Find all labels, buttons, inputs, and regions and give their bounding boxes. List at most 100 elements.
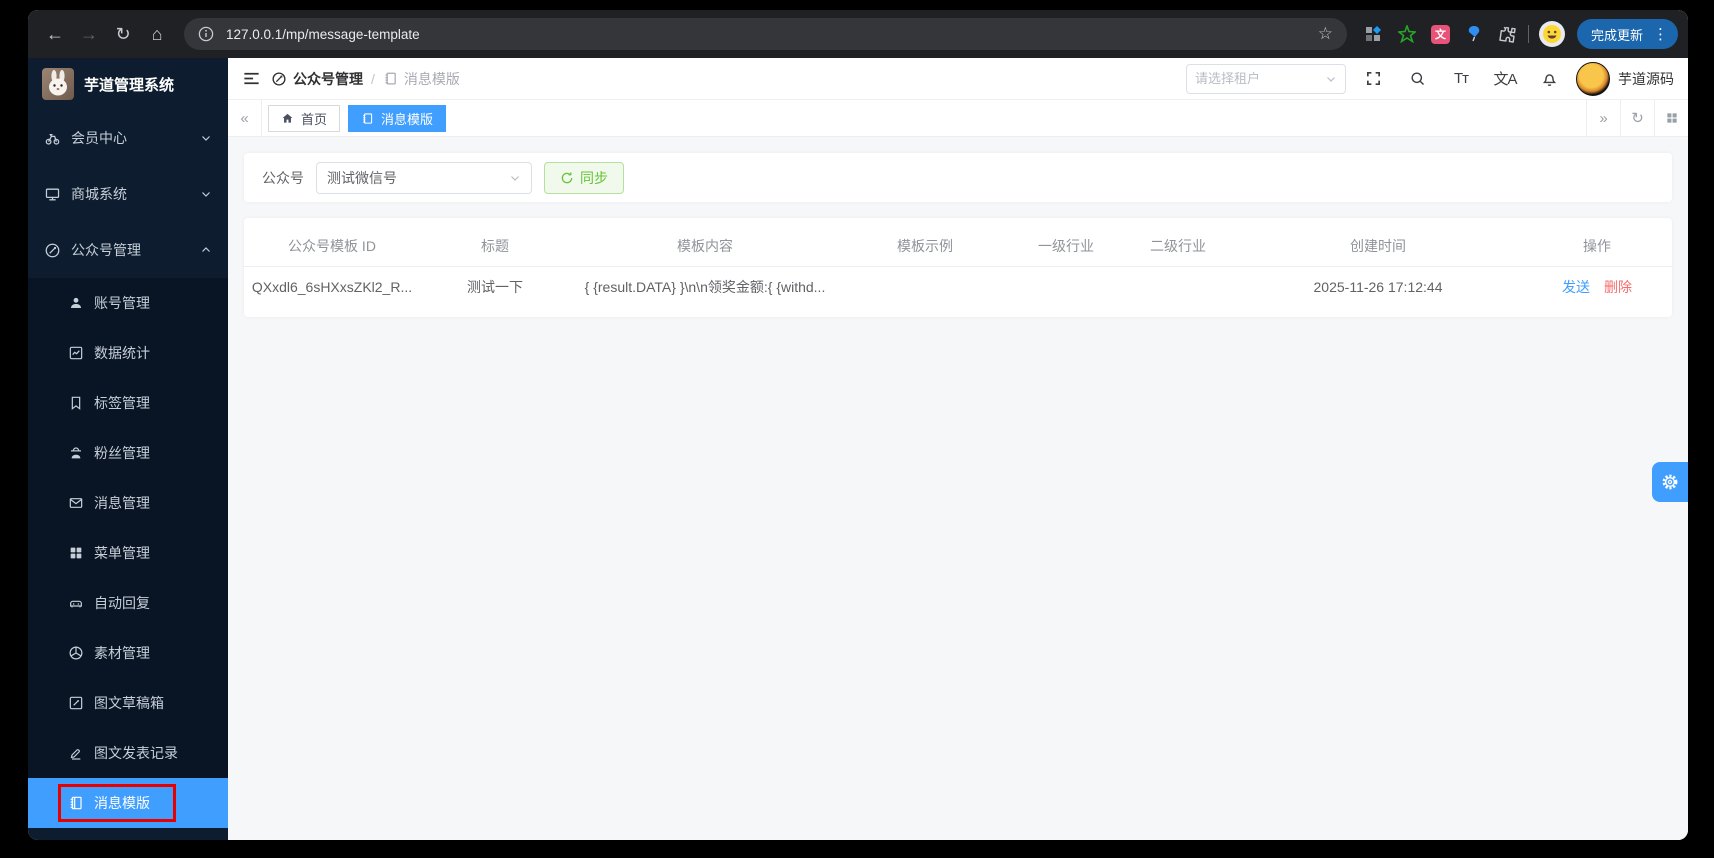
- pen-record-icon: [70, 749, 81, 760]
- sidebar-item-tag-management[interactable]: 标签管理: [28, 378, 228, 428]
- col-header-template-id: 公众号模板 ID: [288, 238, 376, 254]
- notification-bell-icon[interactable]: [1532, 62, 1566, 96]
- cell-content: { {result.DATA} }\n\n领奖金额:{ {withd...: [584, 279, 826, 295]
- col-header-title: 标题: [481, 238, 509, 254]
- chrome-menu-kebab-icon[interactable]: ⋮: [1649, 25, 1672, 43]
- scroll-tabs-right-icon[interactable]: »: [1586, 100, 1620, 136]
- profile-avatar-icon[interactable]: [1538, 21, 1565, 47]
- finish-update-button[interactable]: 完成更新 ⋮: [1576, 19, 1678, 49]
- sidebar-item-auto-reply[interactable]: 自动回复: [28, 578, 228, 628]
- notebook-icon: [363, 112, 373, 124]
- search-icon[interactable]: [1400, 62, 1434, 96]
- language-icon[interactable]: 文A: [1488, 62, 1522, 96]
- material-wheel-icon: [69, 646, 83, 660]
- breadcrumb-parent[interactable]: 公众号管理: [271, 69, 363, 89]
- sidebar-item-message-management[interactable]: 消息管理: [28, 478, 228, 528]
- app-logo-row[interactable]: 芋道管理系统: [28, 58, 228, 110]
- table-header-row: 公众号模板 ID 标题 模板内容 模板示例 一级行业 二级行业 创建时间 操作: [244, 226, 1672, 267]
- refresh-icon: [561, 171, 573, 183]
- address-bar[interactable]: 127.0.0.1/mp/message-template ☆: [184, 18, 1347, 50]
- page-content: 公众号 测试微信号 同步 公众号模板 ID 标题 模板内容 模板示例 一级行业 …: [228, 137, 1688, 840]
- sidebar-item-member-center[interactable]: 会员中心: [28, 110, 228, 166]
- col-header-create-time: 创建时间: [1350, 238, 1406, 254]
- envelope-icon: [69, 498, 83, 508]
- star-extension-icon[interactable]: [1397, 24, 1417, 44]
- site-info-icon[interactable]: [196, 24, 216, 44]
- reload-icon[interactable]: ↻: [106, 17, 140, 51]
- sidebar-item-label: 图文草稿箱: [94, 695, 164, 711]
- col-header-actions: 操作: [1583, 238, 1611, 254]
- browser-toolbar: ← → ↻ ⌂ 127.0.0.1/mp/message-template ☆ …: [28, 10, 1688, 58]
- app-title: 芋道管理系统: [84, 76, 175, 94]
- edit-draft-icon: [69, 696, 83, 710]
- chevron-down-icon: [1327, 76, 1335, 82]
- user-menu[interactable]: 芋道源码: [1576, 61, 1674, 96]
- compass-icon: [45, 243, 60, 257]
- fullscreen-icon[interactable]: [1356, 62, 1390, 96]
- compass-icon: [272, 71, 286, 86]
- sidebar-fold-icon[interactable]: [242, 69, 261, 88]
- tenant-select-input[interactable]: [1195, 71, 1319, 86]
- sidebar-item-fans-management[interactable]: 粉丝管理: [28, 428, 228, 478]
- tenant-select[interactable]: [1186, 63, 1346, 94]
- account-select[interactable]: 测试微信号: [316, 161, 532, 194]
- sidebar-item-label: 粉丝管理: [94, 445, 150, 461]
- sidebar-item-label: 菜单管理: [94, 545, 150, 561]
- scroll-tabs-left-icon[interactable]: «: [228, 100, 262, 136]
- bookmark-icon: [71, 396, 81, 410]
- breadcrumb-separator: /: [371, 70, 375, 87]
- tab-label: 消息模版: [381, 111, 434, 127]
- tab-options-grid-icon[interactable]: [1654, 100, 1688, 136]
- translate-extension-icon[interactable]: 文: [1430, 24, 1450, 44]
- sidebar-item-label: 公众号管理: [71, 242, 141, 258]
- theme-settings-button[interactable]: [1652, 462, 1688, 502]
- sidebar-item-label: 自动回复: [94, 595, 150, 611]
- home-icon[interactable]: ⌂: [140, 17, 174, 51]
- browser-window: ← → ↻ ⌂ 127.0.0.1/mp/message-template ☆ …: [28, 10, 1688, 840]
- account-filter-label: 公众号: [262, 169, 304, 186]
- sidebar-item-label: 会员中心: [71, 130, 127, 146]
- font-size-icon[interactable]: Tт: [1444, 62, 1478, 96]
- sidebar-item-message-template[interactable]: 消息模版: [28, 778, 228, 828]
- extensions-puzzle-icon[interactable]: [1498, 24, 1518, 44]
- sidebar-item-draft-box[interactable]: 图文草稿箱: [28, 678, 228, 728]
- sidebar-item-material-management[interactable]: 素材管理: [28, 628, 228, 678]
- sidebar-item-mall-system[interactable]: 商城系统: [28, 166, 228, 222]
- user-name: 芋道源码: [1618, 70, 1674, 87]
- send-link[interactable]: 发送: [1562, 277, 1590, 297]
- delete-link[interactable]: 删除: [1604, 277, 1632, 297]
- sidebar-item-label: 图文发表记录: [94, 745, 178, 761]
- user-icon: [71, 297, 81, 308]
- extensions-tray: 文: [1363, 24, 1518, 44]
- cell-industry2: [1122, 267, 1234, 307]
- sidebar-item-data-statistics[interactable]: 数据统计: [28, 328, 228, 378]
- notebook-icon: [70, 796, 82, 810]
- sidebar-item-publish-record[interactable]: 图文发表记录: [28, 728, 228, 778]
- table-row: QXxdl6_6sHXxsZKl2_R... 测试一下 { {result.DA…: [244, 267, 1672, 307]
- breadcrumb-current: 消息模版: [383, 69, 460, 89]
- back-icon[interactable]: ←: [38, 17, 72, 51]
- account-select-value: 测试微信号: [327, 169, 397, 186]
- breadcrumb: 公众号管理 / 消息模版: [271, 69, 460, 89]
- forward-icon[interactable]: →: [72, 17, 106, 51]
- home-icon: [282, 113, 293, 123]
- trend-chart-icon: [69, 346, 83, 360]
- tab-home[interactable]: 首页: [268, 104, 341, 132]
- sidebar-item-mp-management[interactable]: 公众号管理: [28, 222, 228, 278]
- sync-button[interactable]: 同步: [544, 161, 624, 194]
- grid-extension-icon[interactable]: [1363, 24, 1383, 44]
- balloon-extension-icon[interactable]: [1464, 24, 1484, 44]
- fans-spy-icon: [71, 447, 81, 459]
- url-text[interactable]: 127.0.0.1/mp/message-template: [226, 27, 1316, 42]
- sidebar: 芋道管理系统 会员中心 商城系统 公众号管理 账号管理 数据统计 标签管理 粉丝…: [28, 58, 228, 840]
- bookmark-star-icon[interactable]: ☆: [1316, 24, 1335, 44]
- sidebar-item-account-management[interactable]: 账号管理: [28, 278, 228, 328]
- tab-message-template[interactable]: 消息模版: [348, 104, 447, 132]
- gear-icon: [1662, 474, 1678, 490]
- sidebar-item-label: 素材管理: [94, 645, 150, 661]
- sidebar-item-label: 数据统计: [94, 345, 150, 361]
- tab-label: 首页: [301, 111, 328, 127]
- sidebar-item-menu-management[interactable]: 菜单管理: [28, 528, 228, 578]
- sidebar-item-label: 标签管理: [94, 395, 150, 411]
- refresh-tab-icon[interactable]: ↻: [1620, 100, 1654, 136]
